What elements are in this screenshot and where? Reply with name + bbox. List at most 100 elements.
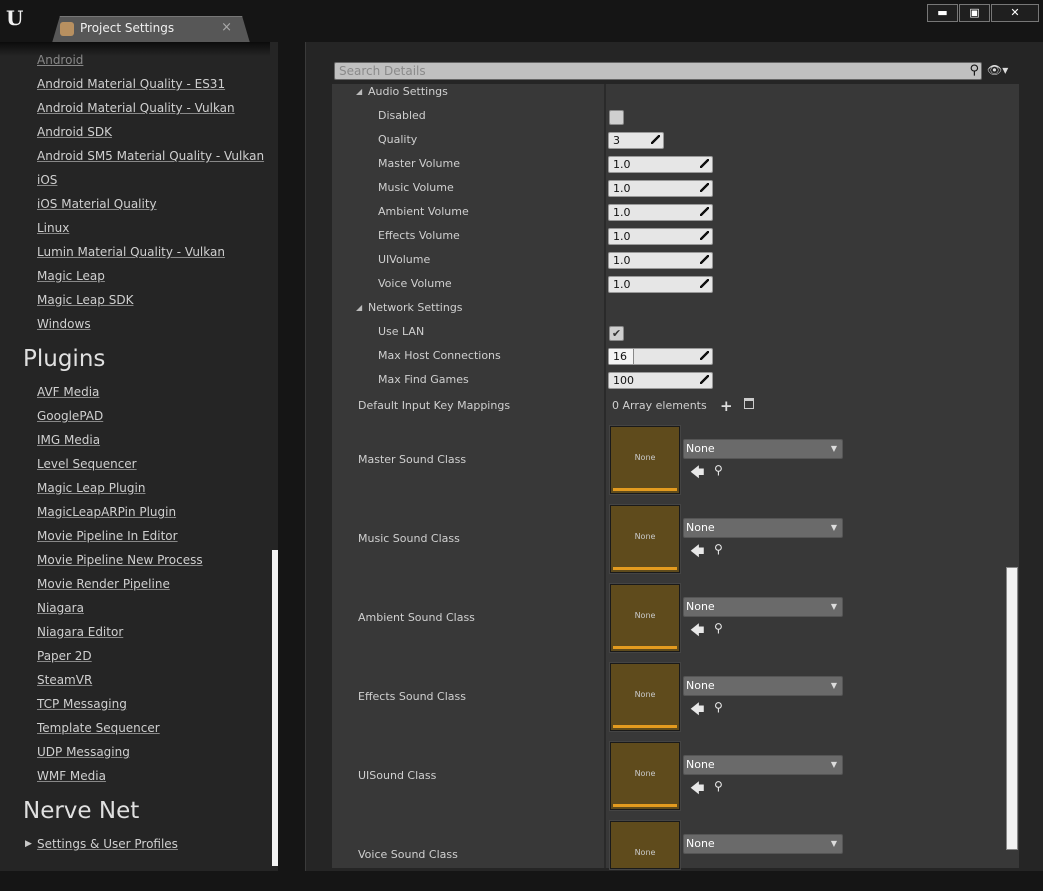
maximize-button[interactable]: ▣ xyxy=(959,4,990,22)
sidebar-item-platform[interactable]: Windows xyxy=(37,317,91,331)
ui-volume-spinbox[interactable]: 1.0 xyxy=(608,252,713,269)
max-host-connections-label: Max Host Connections xyxy=(378,349,501,362)
expand-caret-icon[interactable]: ▶ xyxy=(25,839,32,849)
search-input[interactable] xyxy=(339,63,959,79)
asset-thumbnail[interactable]: None xyxy=(610,584,680,652)
sidebar-item-platform[interactable]: Android Material Quality - Vulkan xyxy=(37,101,235,115)
nervenet-header: Nerve Net xyxy=(23,798,140,824)
sound-class-combo[interactable]: None ▼ xyxy=(683,676,843,696)
use-selected-arrow-icon[interactable]: 🡄 xyxy=(690,778,704,802)
sidebar-item-platform[interactable]: iOS xyxy=(37,173,57,187)
sidebar-item-plugin[interactable]: SteamVR xyxy=(37,673,92,687)
sidebar-item-platform[interactable]: Android SM5 Material Quality - Vulkan xyxy=(37,149,264,163)
collapse-caret-icon[interactable]: ◢ xyxy=(356,87,362,96)
audio-settings-header[interactable]: Audio Settings xyxy=(368,85,448,98)
sound-class-label: Ambient Sound Class xyxy=(358,611,475,624)
sidebar-item-platform[interactable]: Magic Leap SDK xyxy=(37,293,133,307)
sidebar-item-platform[interactable]: Android SDK xyxy=(37,125,112,139)
combo-value: None xyxy=(686,442,715,455)
asset-thumbnail[interactable]: None xyxy=(610,426,680,494)
network-settings-header[interactable]: Network Settings xyxy=(368,301,463,314)
sidebar-item-platform[interactable]: Magic Leap xyxy=(37,269,105,283)
browse-search-icon[interactable]: ⚲ xyxy=(714,621,723,635)
disabled-checkbox[interactable] xyxy=(609,110,624,125)
thumbnail-text: None xyxy=(634,532,656,541)
sound-class-label: Voice Sound Class xyxy=(358,848,458,861)
voice-volume-spinbox[interactable]: 1.0 xyxy=(608,276,713,293)
use-lan-label: Use LAN xyxy=(378,325,425,338)
view-options-eye-icon[interactable]: 👁▾ xyxy=(987,63,1008,77)
sidebar-item-platform[interactable]: Android Material Quality - ES31 xyxy=(37,77,225,91)
browse-search-icon[interactable]: ⚲ xyxy=(714,463,723,477)
window-controls: ▬ ▣ ✕ xyxy=(927,4,1039,22)
tab-close-icon[interactable]: × xyxy=(221,20,232,35)
sidebar-item-plugin[interactable]: IMG Media xyxy=(37,433,100,447)
sound-class-combo[interactable]: None ▼ xyxy=(683,597,843,617)
browse-search-icon[interactable]: ⚲ xyxy=(714,542,723,556)
sound-class-combo[interactable]: None ▼ xyxy=(683,518,843,538)
sidebar-item-plugin[interactable]: Magic Leap Plugin xyxy=(37,481,145,495)
sound-class-combo[interactable]: None ▼ xyxy=(683,755,843,775)
sidebar-item-platform[interactable]: iOS Material Quality xyxy=(37,197,157,211)
sidebar-item-plugin[interactable]: MagicLeapARPin Plugin xyxy=(37,505,176,519)
max-find-games-spinbox[interactable]: 100 xyxy=(608,372,713,389)
quality-spinbox[interactable]: 3 xyxy=(608,132,664,149)
column-splitter[interactable] xyxy=(604,84,606,868)
asset-thumbnail[interactable]: None xyxy=(610,505,680,573)
minimize-button[interactable]: ▬ xyxy=(927,4,958,22)
asset-thumbnail[interactable]: None xyxy=(610,663,680,731)
volume-value: 1.0 xyxy=(613,230,631,243)
sidebar-item-plugin[interactable]: GooglePAD xyxy=(37,409,103,423)
search-box: ⚲ xyxy=(334,62,982,80)
sidebar-item-plugin[interactable]: Niagara Editor xyxy=(37,625,123,639)
volume-label: Effects Volume xyxy=(378,229,460,242)
sidebar-item-plugin[interactable]: WMF Media xyxy=(37,769,106,783)
browse-search-icon[interactable]: ⚲ xyxy=(714,700,723,714)
use-selected-arrow-icon[interactable]: 🡄 xyxy=(690,699,704,723)
unreal-logo-icon: U xyxy=(6,6,24,30)
volume-label: Ambient Volume xyxy=(378,205,469,218)
use-selected-arrow-icon[interactable]: 🡄 xyxy=(690,541,704,565)
close-window-button[interactable]: ✕ xyxy=(991,4,1039,22)
volume-label: Master Volume xyxy=(378,157,460,170)
music-volume-spinbox[interactable]: 1.0 xyxy=(608,180,713,197)
sidebar-item-platform[interactable]: Linux xyxy=(37,221,69,235)
sidebar-item-plugin[interactable]: AVF Media xyxy=(37,385,99,399)
sidebar-item-plugin[interactable]: Movie Pipeline New Process xyxy=(37,553,203,567)
tab-project-settings[interactable]: Project Settings × xyxy=(52,16,250,43)
use-selected-arrow-icon[interactable]: 🡄 xyxy=(690,620,704,644)
sidebar-item-plugin[interactable]: UDP Messaging xyxy=(37,745,130,759)
master-volume-spinbox[interactable]: 1.0 xyxy=(608,156,713,173)
details-scrollbar[interactable] xyxy=(1006,567,1018,850)
sidebar-item-settings-user-profiles[interactable]: Settings & User Profiles xyxy=(37,837,178,851)
volume-label: Music Volume xyxy=(378,181,454,194)
search-icon[interactable]: ⚲ xyxy=(969,63,979,78)
disabled-label: Disabled xyxy=(378,109,426,122)
max-host-connections-slider[interactable]: 16 xyxy=(608,348,713,365)
sidebar-item-plugin[interactable]: TCP Messaging xyxy=(37,697,127,711)
sidebar-item-plugin[interactable]: Template Sequencer xyxy=(37,721,160,735)
asset-thumbnail[interactable]: None xyxy=(610,821,680,869)
sidebar-item-platform[interactable]: Lumin Material Quality - Vulkan xyxy=(37,245,225,259)
ambient-volume-spinbox[interactable]: 1.0 xyxy=(608,204,713,221)
resize-arrow-icon xyxy=(700,351,709,360)
sidebar-item-plugin[interactable]: Movie Render Pipeline xyxy=(37,577,170,591)
chevron-down-icon: ▼ xyxy=(830,523,837,532)
collapse-caret-icon[interactable]: ◢ xyxy=(356,303,362,312)
browse-search-icon[interactable]: ⚲ xyxy=(714,779,723,793)
effects-volume-spinbox[interactable]: 1.0 xyxy=(608,228,713,245)
combo-value: None xyxy=(686,521,715,534)
use-selected-arrow-icon[interactable]: 🡄 xyxy=(690,462,704,486)
trash-icon[interactable] xyxy=(744,398,754,409)
sidebar-scrollbar[interactable] xyxy=(272,550,278,866)
add-element-icon[interactable]: + xyxy=(720,397,733,415)
use-lan-checkbox[interactable]: ✔ xyxy=(609,326,624,341)
asset-thumbnail[interactable]: None xyxy=(610,742,680,810)
sidebar-item-plugin[interactable]: Niagara xyxy=(37,601,84,615)
sidebar-item-plugin[interactable]: Paper 2D xyxy=(37,649,92,663)
sidebar-item-plugin[interactable]: Movie Pipeline In Editor xyxy=(37,529,178,543)
resize-arrow-icon xyxy=(651,135,660,144)
sidebar-item-plugin[interactable]: Level Sequencer xyxy=(37,457,137,471)
sound-class-combo[interactable]: None ▼ xyxy=(683,834,843,854)
sound-class-combo[interactable]: None ▼ xyxy=(683,439,843,459)
